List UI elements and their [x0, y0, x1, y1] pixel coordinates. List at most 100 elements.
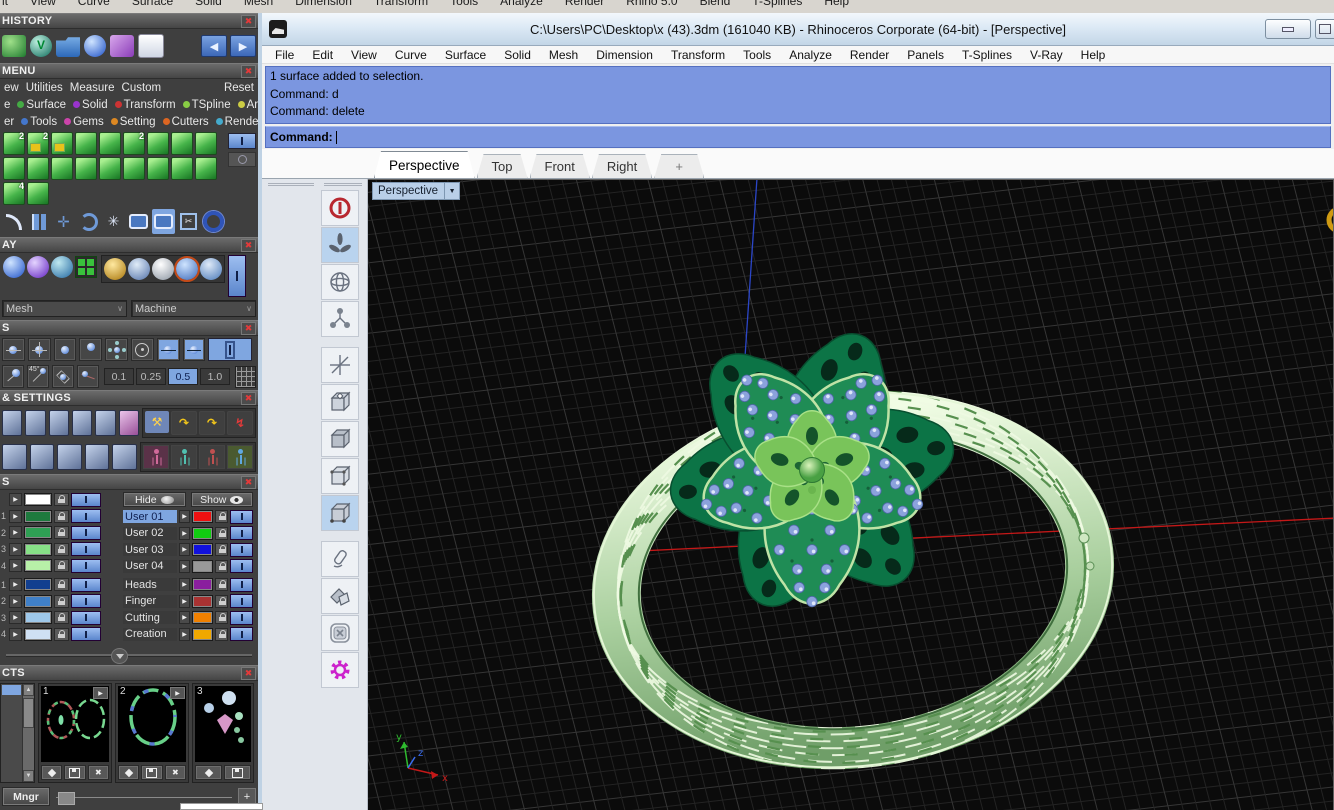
- layer-color-swatch[interactable]: [192, 595, 213, 608]
- close-icon[interactable]: ✖: [241, 392, 256, 405]
- selected-material-icon[interactable]: [176, 258, 198, 280]
- lock-icon[interactable]: [54, 559, 69, 572]
- lock-icon[interactable]: [215, 510, 228, 523]
- dice-icon[interactable]: [119, 410, 139, 436]
- snap-circle-icon[interactable]: [131, 338, 154, 361]
- mirror-icon[interactable]: [27, 209, 50, 234]
- gumball-snap-icon[interactable]: [171, 445, 197, 469]
- outer-menu-item[interactable]: Blend: [700, 0, 731, 8]
- expand-icon[interactable]: ▶: [9, 510, 22, 523]
- surface-tool-icon[interactable]: 2: [27, 132, 49, 155]
- thumbnail-slider[interactable]: [56, 790, 232, 804]
- layer-on-toggle[interactable]: [230, 594, 253, 608]
- expand-icon[interactable]: ▶: [9, 559, 22, 572]
- layer-on-toggle[interactable]: [71, 594, 101, 608]
- propeller-tool-button[interactable]: [321, 227, 359, 263]
- save-button[interactable]: [224, 765, 251, 780]
- surface-tool-icon[interactable]: [75, 132, 97, 155]
- cube-icon[interactable]: [110, 35, 134, 57]
- surface-tool-icon[interactable]: [99, 157, 121, 180]
- close-icon[interactable]: ✖: [241, 15, 256, 28]
- manager-button[interactable]: Mngr: [2, 787, 50, 806]
- apply-button[interactable]: [118, 765, 139, 780]
- show-button[interactable]: Show: [191, 492, 254, 507]
- outer-menu-item[interactable]: Analyze: [500, 0, 543, 8]
- curve-blend-icon[interactable]: [2, 209, 25, 234]
- menu-solid[interactable]: Solid: [495, 48, 540, 62]
- hide-button[interactable]: Hide: [123, 492, 186, 507]
- surface-tool-icon[interactable]: [147, 157, 169, 180]
- snap-value-button[interactable]: 0.1: [104, 368, 134, 385]
- keycap-tool-button[interactable]: [321, 615, 359, 651]
- close-icon[interactable]: ✖: [241, 476, 256, 489]
- expand-icon[interactable]: ▶: [179, 595, 190, 608]
- expand-icon[interactable]: ▶: [179, 611, 190, 624]
- layer-color-swatch[interactable]: [24, 526, 52, 539]
- snap-center-icon[interactable]: [54, 338, 77, 361]
- layer-on-toggle[interactable]: [230, 559, 253, 573]
- command-history[interactable]: 1 surface added to selection. Command: d…: [265, 66, 1331, 124]
- molecule-tool-button[interactable]: [321, 301, 359, 337]
- script-icon[interactable]: [72, 410, 92, 436]
- layer-on-toggle[interactable]: [71, 611, 101, 625]
- lock-icon[interactable]: [54, 526, 69, 539]
- layer-on-toggle[interactable]: [230, 526, 253, 540]
- layer-on-toggle[interactable]: [71, 509, 101, 523]
- expand-icon[interactable]: ▶: [9, 578, 22, 591]
- layer-color-swatch[interactable]: [192, 510, 213, 523]
- layer-color-swatch[interactable]: [24, 559, 52, 572]
- rotate-icon[interactable]: [77, 209, 100, 234]
- open-folder-icon[interactable]: [56, 35, 80, 57]
- outer-menu-item[interactable]: Curve: [78, 0, 110, 8]
- silver-material-icon[interactable]: [152, 258, 174, 280]
- play-icon[interactable]: ▶: [93, 687, 108, 699]
- apply-button[interactable]: [195, 765, 222, 780]
- snap-angle-icon[interactable]: 45°: [27, 365, 49, 388]
- surface-tool-icon[interactable]: [51, 157, 73, 180]
- menu-tools[interactable]: Tools: [734, 48, 780, 62]
- layer-color-swatch[interactable]: [24, 595, 52, 608]
- layer-color-swatch[interactable]: [192, 543, 213, 556]
- zoom-tool-icon[interactable]: [2, 410, 22, 436]
- gumball-relocate-icon[interactable]: [199, 445, 225, 469]
- layer-name[interactable]: User 04: [123, 560, 177, 573]
- outer-menu-item[interactable]: Transform: [374, 0, 428, 8]
- expand-icon[interactable]: ▶: [9, 526, 22, 539]
- expand-icon[interactable]: ▶: [179, 560, 190, 573]
- play-icon[interactable]: ▶: [170, 687, 185, 699]
- notes-icon[interactable]: [95, 410, 115, 436]
- menu-edit[interactable]: Edit: [303, 48, 342, 62]
- project-thumbnail[interactable]: 3: [192, 683, 254, 783]
- tab-perspective[interactable]: Perspective: [374, 151, 475, 178]
- toolbar-toggle-on[interactable]: [228, 133, 256, 149]
- menu-item[interactable]: Utilities: [26, 82, 63, 94]
- snap-value-button[interactable]: 1.0: [200, 368, 230, 385]
- menu-render[interactable]: Render: [841, 48, 898, 62]
- surface-tool-icon[interactable]: 2: [3, 132, 25, 155]
- menu-item[interactable]: Setting: [111, 116, 156, 128]
- box-mode-button[interactable]: [321, 384, 359, 420]
- expand-icon[interactable]: ▶: [9, 493, 22, 506]
- unjoin-icon[interactable]: [152, 209, 175, 234]
- printer-icon[interactable]: [25, 410, 45, 436]
- snap-project-icon[interactable]: [77, 365, 99, 388]
- layer-on-toggle[interactable]: [71, 542, 101, 556]
- close-icon[interactable]: ✖: [241, 65, 256, 78]
- layer-on-toggle[interactable]: [71, 493, 101, 507]
- toolbar-grip[interactable]: [268, 183, 314, 184]
- gumball-on-icon[interactable]: [227, 445, 253, 469]
- layer-on-toggle[interactable]: [71, 559, 101, 573]
- projects-list[interactable]: ▲ ▼: [0, 683, 35, 783]
- outer-menu-item[interactable]: Solid: [195, 0, 222, 8]
- surface-tool-icon[interactable]: [195, 132, 217, 155]
- menu-item[interactable]: Custom: [122, 82, 162, 94]
- close-icon[interactable]: ✖: [241, 322, 256, 335]
- title-bar[interactable]: C:\Users\PC\Desktop\x (43).3dm (161040 K…: [262, 13, 1334, 46]
- lock-icon[interactable]: [54, 578, 69, 591]
- surface-tool-icon[interactable]: [3, 157, 25, 180]
- expand-icon[interactable]: ▶: [179, 628, 190, 641]
- surface-tool-icon[interactable]: 2: [123, 132, 145, 155]
- menu-dimension[interactable]: Dimension: [587, 48, 662, 62]
- record-history-icon[interactable]: ↷: [171, 411, 197, 435]
- scroll-down-icon[interactable]: ▼: [23, 770, 34, 782]
